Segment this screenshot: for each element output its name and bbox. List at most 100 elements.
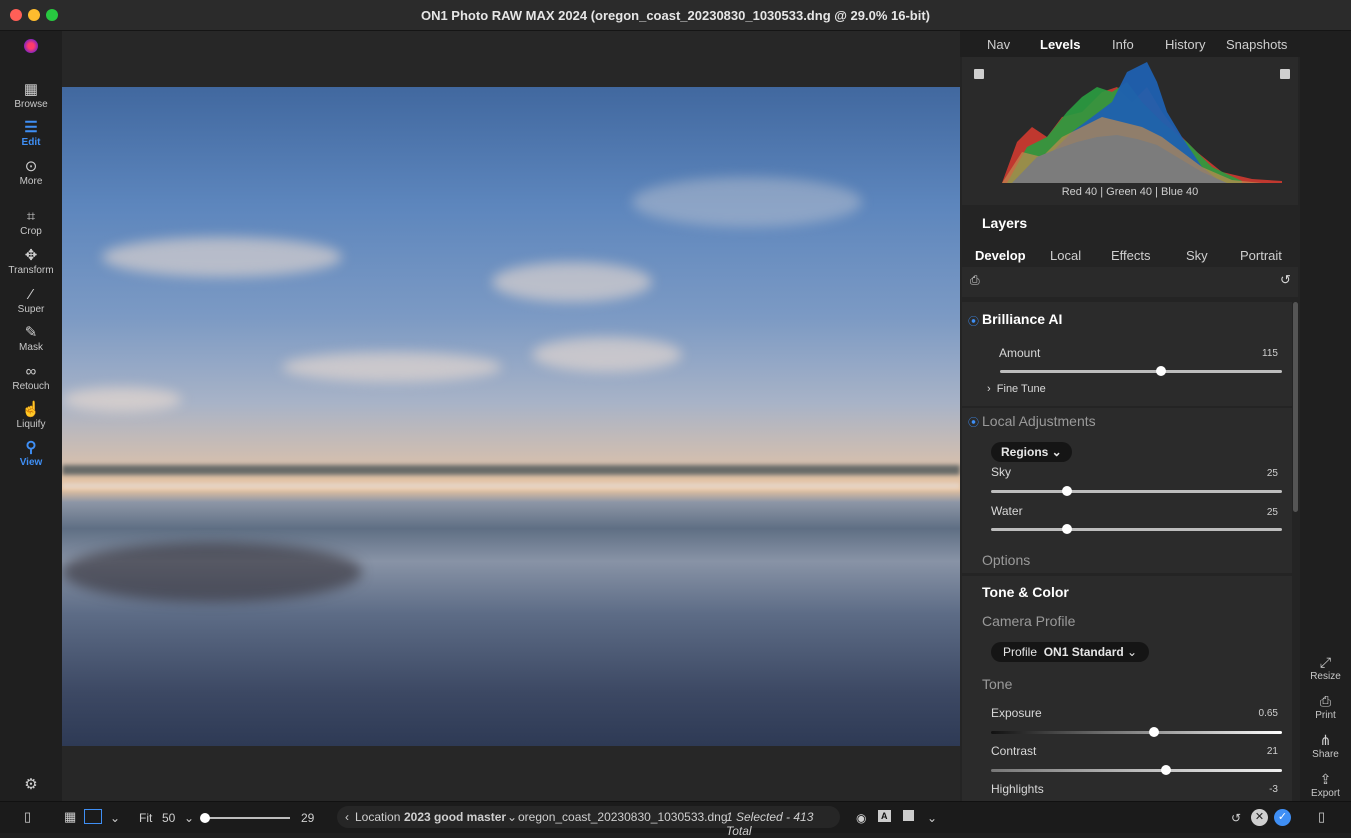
mask-icon: ✎ <box>24 324 38 341</box>
overlay-chevron-icon[interactable]: ⌄ <box>927 811 937 825</box>
right-module-bar: ⤢ Resize ⎙ Print ⋔ Share ⇪ Export <box>1300 31 1351 801</box>
histogram-graph <box>1002 62 1282 183</box>
retouch-tool[interactable]: ∞ Retouch <box>0 363 62 392</box>
panel-scrollbar[interactable] <box>1293 302 1298 512</box>
location-breadcrumb[interactable]: ‹ Location 2023 good master ⌄ oregon_coa… <box>337 806 840 838</box>
undo-icon[interactable]: ↺ <box>1231 811 1241 825</box>
local-adjustments-card: ⦿ Local Adjustments Regions ⌄ Sky 25 Wat… <box>962 408 1292 573</box>
amount-value: 115 <box>1262 348 1278 359</box>
grid-view-icon[interactable]: ▦ <box>64 809 76 825</box>
tab-develop[interactable]: Develop <box>975 248 1026 263</box>
contrast-value: 21 <box>1266 746 1278 757</box>
tab-history[interactable]: History <box>1165 37 1205 52</box>
local-adjustments-title: Local Adjustments <box>982 413 1096 429</box>
local-adjustments-toggle-icon[interactable]: ⦿ <box>968 414 979 430</box>
tab-nav[interactable]: Nav <box>987 37 1010 52</box>
transform-icon: ✥ <box>24 247 38 264</box>
resize-icon: ⤢ <box>1319 654 1332 670</box>
apply-icon[interactable]: ✓ <box>1274 809 1291 826</box>
thumbnail-size-value: 29 <box>301 811 315 825</box>
mask-overlay-icon[interactable] <box>903 810 914 821</box>
sky-slider[interactable] <box>991 486 1282 496</box>
tab-snapshots[interactable]: Snapshots <box>1226 37 1287 52</box>
single-view-icon[interactable] <box>84 809 102 824</box>
preview-eye-icon[interactable]: ◉ <box>856 811 866 825</box>
share-button[interactable]: ⋔ Share <box>1300 731 1351 760</box>
panel-tabs: Nav Levels Info History Snapshots <box>960 31 1300 57</box>
right-panel-toggle-icon[interactable]: ▯ <box>1318 809 1325 825</box>
resize-button[interactable]: ⤢ Resize <box>1300 653 1351 682</box>
image-viewport[interactable] <box>62 31 960 801</box>
liquify-tool[interactable]: ☝ Liquify <box>0 401 62 430</box>
export-button[interactable]: ⇪ Export <box>1300 770 1351 799</box>
fit-button[interactable]: Fit <box>139 811 152 825</box>
photo-preview[interactable] <box>62 87 960 746</box>
tone-label: Tone <box>982 676 1013 692</box>
view-tool[interactable]: ⚲ View <box>0 439 62 468</box>
tab-sky[interactable]: Sky <box>1186 248 1208 263</box>
crop-tool[interactable]: ⌗ Crop <box>0 208 62 237</box>
regions-dropdown[interactable]: Regions ⌄ <box>991 442 1072 462</box>
reset-icon[interactable]: ↺ <box>1280 272 1291 288</box>
sky-slider-knob[interactable] <box>1061 486 1072 496</box>
plugin-icon: ⚙ <box>24 776 38 793</box>
print-icon: ⎙ <box>1319 693 1332 709</box>
super-icon: ⁄ <box>29 286 33 303</box>
more-tool[interactable]: ⊙ More <box>0 158 62 187</box>
location-back-icon[interactable]: ‹ <box>345 810 349 824</box>
water-slider[interactable] <box>991 524 1282 534</box>
left-panel-toggle-icon[interactable]: ▯ <box>24 809 31 825</box>
amount-slider-knob[interactable] <box>1155 366 1166 376</box>
contrast-label: Contrast <box>991 744 1037 758</box>
right-panel: Nav Levels Info History Snapshots Red 40… <box>960 31 1300 801</box>
profile-dropdown[interactable]: Profile ON1 Standard ⌄ <box>991 642 1150 662</box>
plugin-tool[interactable]: ⚙ <box>0 776 62 794</box>
water-slider-knob[interactable] <box>1061 524 1072 534</box>
print-button[interactable]: ⎙ Print <box>1300 692 1351 721</box>
tab-effects[interactable]: Effects <box>1111 248 1151 263</box>
fine-tune-toggle[interactable]: › Fine Tune <box>987 383 1046 395</box>
view-icon: ⚲ <box>25 439 37 456</box>
selection-count: 1 Selected - 413 Total <box>726 810 814 838</box>
amount-slider[interactable] <box>1000 366 1282 376</box>
thumbnail-size-knob[interactable] <box>200 813 210 823</box>
amount-label: Amount <box>999 346 1041 360</box>
share-icon: ⋔ <box>1319 732 1332 748</box>
brilliance-ai-card: ⦿ Brilliance AI Amount 115 › Fine Tune <box>962 302 1292 406</box>
mask-tool[interactable]: ✎ Mask <box>0 324 62 353</box>
highlights-value: -3 <box>1269 784 1278 795</box>
folder-chevron-icon[interactable]: ⌄ <box>507 810 517 824</box>
options-section[interactable]: Options <box>982 552 1030 568</box>
tab-levels[interactable]: Levels <box>1040 37 1080 52</box>
location-label: Location <box>355 810 401 824</box>
folder-name[interactable]: 2023 good master <box>404 810 506 824</box>
view-mode-chevron-icon[interactable]: ⌄ <box>110 811 120 825</box>
exposure-slider-knob[interactable] <box>1148 727 1159 737</box>
tab-info[interactable]: Info <box>1112 37 1134 52</box>
thumbnail-size-slider[interactable] <box>205 817 290 819</box>
cancel-icon[interactable]: ✕ <box>1251 809 1268 826</box>
browse-tool[interactable]: ▦ Browse <box>0 81 62 110</box>
tone-color-title: Tone & Color <box>982 584 1069 600</box>
export-icon: ⇪ <box>1319 771 1332 787</box>
super-tool[interactable]: ⁄ Super <box>0 286 62 315</box>
liquify-icon: ☝ <box>21 401 41 418</box>
tab-local[interactable]: Local <box>1050 248 1081 263</box>
zoom-chevron-icon[interactable]: ⌄ <box>184 811 194 825</box>
edit-tool[interactable]: ☰ Edit <box>0 119 62 148</box>
brilliance-title: Brilliance AI <box>982 311 1063 327</box>
exposure-slider[interactable] <box>991 727 1282 737</box>
zoom-level[interactable]: 50 <box>162 811 175 825</box>
app-logo-icon <box>24 39 38 53</box>
contrast-slider[interactable] <box>991 765 1282 775</box>
sky-value: 25 <box>1266 468 1278 479</box>
contrast-slider-knob[interactable] <box>1160 765 1171 775</box>
brilliance-toggle-icon[interactable]: ⦿ <box>968 313 979 329</box>
transform-tool[interactable]: ✥ Transform <box>0 247 62 276</box>
edit-icon: ☰ <box>24 119 38 136</box>
tab-portrait[interactable]: Portrait <box>1240 248 1282 263</box>
sky-label: Sky <box>991 465 1012 479</box>
more-icon: ⊙ <box>24 158 38 175</box>
auto-enhance-icon[interactable]: A <box>878 810 891 822</box>
save-preset-icon[interactable]: ⎙ <box>970 273 980 288</box>
